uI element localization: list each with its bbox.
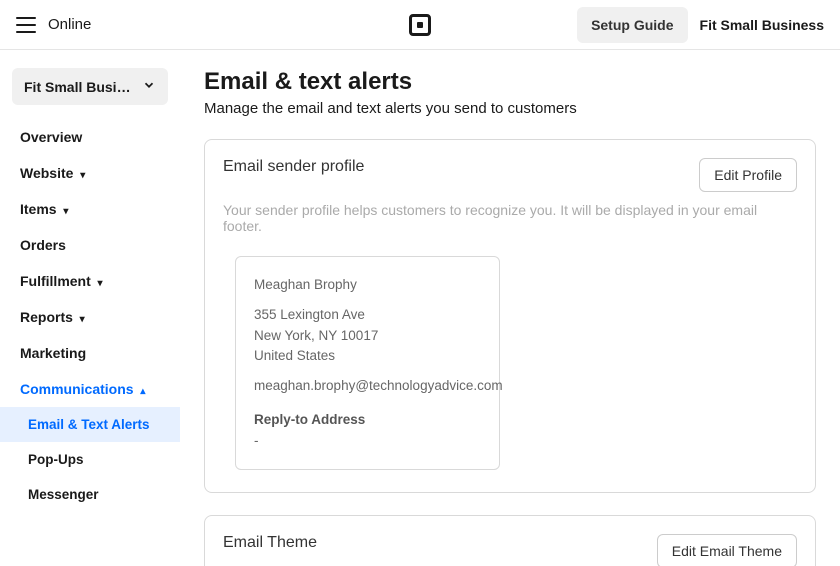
sidebar-item-messenger[interactable]: Messenger — [8, 477, 172, 512]
top-bar: Online Setup Guide Fit Small Business — [0, 0, 840, 50]
sidebar-item-items[interactable]: Items ▾ — [8, 191, 172, 227]
sender-profile-box: Meaghan Brophy 355 Lexington Ave New Yor… — [235, 256, 500, 470]
nav-label: Pop-Ups — [28, 452, 84, 467]
nav-label: Communications — [20, 381, 134, 397]
sender-address-line2: New York, NY 10017 — [254, 326, 481, 346]
sidebar-item-reports[interactable]: Reports ▾ — [8, 299, 172, 335]
menu-icon[interactable] — [16, 17, 36, 33]
page-description: Manage the email and text alerts you sen… — [204, 100, 816, 117]
reply-to-label: Reply-to Address — [254, 410, 481, 430]
sidebar-item-overview[interactable]: Overview — [8, 119, 172, 155]
nav-label: Overview — [20, 129, 82, 145]
sender-address-line1: 355 Lexington Ave — [254, 305, 481, 325]
nav-label: Website — [20, 165, 73, 181]
business-name[interactable]: Fit Small Business — [700, 17, 824, 33]
chevron-down-icon: ▾ — [77, 170, 85, 181]
sender-name: Meaghan Brophy — [254, 275, 481, 295]
site-switcher[interactable]: Fit Small Busine... — [12, 68, 168, 105]
sender-address-line3: United States — [254, 346, 481, 366]
site-switcher-label: Fit Small Busine... — [24, 79, 139, 95]
reply-to-value: - — [254, 431, 481, 451]
email-theme-card: Email Theme Edit Email Theme Customize y… — [204, 515, 816, 566]
sidebar-item-email-text-alerts[interactable]: Email & Text Alerts — [0, 407, 180, 442]
edit-profile-button[interactable]: Edit Profile — [699, 158, 797, 192]
nav-label: Email & Text Alerts — [28, 417, 150, 432]
page-title: Email & text alerts — [204, 68, 816, 96]
sidebar-item-orders[interactable]: Orders — [8, 227, 172, 263]
card-title: Email Theme — [223, 534, 317, 552]
sidebar-item-pop-ups[interactable]: Pop-Ups — [8, 442, 172, 477]
sidebar: Fit Small Busine... Overview Website ▾ I… — [0, 50, 180, 566]
nav-label: Marketing — [20, 345, 86, 361]
logo[interactable] — [409, 14, 431, 36]
chevron-down-icon: ▾ — [77, 314, 85, 325]
chevron-up-icon: ▴ — [138, 386, 146, 397]
nav-label: Items — [20, 201, 57, 217]
sidebar-item-communications[interactable]: Communications ▴ — [8, 371, 172, 407]
card-title: Email sender profile — [223, 158, 364, 176]
chevron-down-icon: ▾ — [95, 278, 103, 289]
nav-label: Orders — [20, 237, 66, 253]
sender-email: meaghan.brophy@technologyadvice.com — [254, 376, 481, 396]
nav-label: Fulfillment — [20, 273, 91, 289]
setup-guide-button[interactable]: Setup Guide — [577, 7, 687, 43]
edit-email-theme-button[interactable]: Edit Email Theme — [657, 534, 797, 566]
main-content: Email & text alerts Manage the email and… — [180, 50, 840, 566]
sidebar-item-website[interactable]: Website ▾ — [8, 155, 172, 191]
chevron-down-icon — [142, 78, 156, 95]
nav-label: Reports — [20, 309, 73, 325]
sidebar-item-fulfillment[interactable]: Fulfillment ▾ — [8, 263, 172, 299]
square-logo-icon — [409, 14, 431, 36]
email-sender-profile-card: Email sender profile Edit Profile Your s… — [204, 139, 816, 493]
app-title: Online — [48, 16, 91, 33]
chevron-down-icon: ▾ — [61, 206, 69, 217]
nav-label: Messenger — [28, 487, 99, 502]
card-subtitle: Your sender profile helps customers to r… — [223, 202, 797, 234]
sidebar-item-marketing[interactable]: Marketing — [8, 335, 172, 371]
